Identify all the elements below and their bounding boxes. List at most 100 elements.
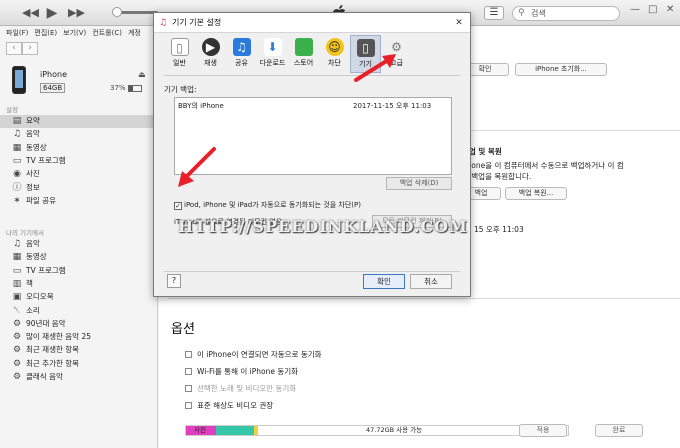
option-3[interactable]: 표준 해상도 비디오 권장 (185, 400, 273, 411)
tab-phone-outline[interactable]: ▯ 일반 (164, 35, 195, 73)
prevent-auto-sync-checkbox[interactable]: ✓ (174, 202, 182, 210)
fast-forward-icon: ▶▶ (68, 6, 85, 19)
option-label: 선택한 노래 및 비디오만 동기화 (197, 384, 297, 393)
camera-icon: ◉ (13, 169, 21, 180)
apply-button[interactable]: 적용 (519, 424, 567, 437)
book-icon: ▥ (12, 278, 22, 289)
list-icon: ☰ (489, 7, 499, 18)
dialog-titlebar: ♫ 기기 기본 설정 ✕ (154, 13, 470, 33)
sidebar-settings-item-2[interactable]: ▦ 동영상 (0, 142, 157, 155)
tab-download[interactable]: ⬇ 다운로드 (257, 35, 288, 73)
on-device-section-label: 나의 기기에서 (6, 229, 44, 237)
forward-button[interactable]: › (22, 42, 38, 55)
play-icon: ▶ (201, 38, 220, 56)
sidebar-settings-item-3[interactable]: ▭ TV 프로그램 (0, 155, 157, 168)
menu-edit[interactable]: 편집(E) (34, 26, 57, 40)
backup-date: 2017-11-15 오후 11:03 (353, 102, 432, 110)
sidebar-settings-item-6[interactable]: ✶ 파일 공유 (0, 195, 157, 208)
back-button[interactable]: ‹ (6, 42, 22, 55)
divider (168, 298, 680, 299)
sidebar-item-label: 90년대 음악 (26, 318, 66, 328)
store-icon (294, 38, 313, 56)
tab-share[interactable]: ♫ 공유 (226, 35, 257, 73)
tab-label: 차단 (328, 59, 341, 67)
rewind-button[interactable]: ◀◀ (22, 6, 39, 20)
tab-play[interactable]: ▶ 재생 (195, 35, 226, 73)
option-checkbox[interactable] (185, 402, 192, 409)
sidebar-item-label: 음악 (26, 239, 40, 248)
ok-button[interactable]: 확인 (363, 274, 405, 289)
fast-forward-button[interactable]: ▶▶ (68, 6, 85, 20)
tab-store[interactable]: 스토어 (288, 35, 319, 73)
eject-icon[interactable]: ⏏ (138, 70, 146, 79)
movie-icon: ▦ (12, 142, 22, 153)
sidebar-device-item-7[interactable]: ⚙ 많이 재생한 음악 25 (0, 331, 157, 344)
option-checkbox[interactable] (185, 368, 192, 375)
option-0[interactable]: 이 iPhone이 연결되면 자동으로 동기화 (185, 349, 322, 360)
play-icon: ▶ (46, 5, 58, 21)
annotation-arrow-to-device-tab (354, 54, 396, 82)
prevent-auto-sync-option[interactable]: ✓ iPod, iPhone 및 iPad가 자동으로 동기화되는 것을 차단(P… (174, 200, 361, 210)
maximize-button[interactable]: □ (648, 4, 657, 15)
sidebar-device-item-9[interactable]: ⚙ 최근 추가한 항목 (0, 358, 157, 371)
sidebar-item-label: TV 프로그램 (26, 265, 66, 275)
list-view-button[interactable]: ☰ (484, 6, 504, 20)
sidebar-item-label: 요약 (26, 116, 40, 125)
sidebar-settings-item-1[interactable]: ♫ 음악 (0, 128, 157, 141)
sidebar-settings-item-4[interactable]: ◉ 사진 (0, 168, 157, 181)
sidebar-item-label: 동영상 (26, 142, 47, 152)
device-backups-label: 기기 백업: (164, 85, 197, 94)
sidebar-item-label: 최근 추가한 항목 (26, 358, 80, 368)
restore-iphone-button[interactable]: iPhone 초기화... (515, 63, 607, 76)
play-button[interactable]: ▶ (44, 6, 60, 20)
gear-icon: ⚙ (12, 358, 22, 369)
search-input[interactable]: ⚲ 검색 (512, 6, 620, 21)
menu-view[interactable]: 보기(V) (63, 26, 86, 40)
sidebar-device-item-3[interactable]: ▥ 책 (0, 278, 157, 291)
cancel-button[interactable]: 취소 (410, 274, 452, 289)
menu-controls[interactable]: 컨트롤(C) (92, 26, 122, 40)
backup-row[interactable]: BBY의 iPhone 2017-11-15 오후 11:03 (175, 101, 451, 111)
tab-restriction[interactable]: ☺ 차단 (319, 35, 350, 73)
option-label: Wi-Fi를 통해 이 iPhone 동기화 (197, 367, 299, 376)
restriction-icon: ☺ (325, 38, 344, 56)
sidebar-device-item-10[interactable]: ⚙ 클래식 음악 (0, 371, 157, 384)
option-1[interactable]: Wi-Fi를 통해 이 iPhone 동기화 (185, 366, 298, 377)
sidebar-item-label: 클래식 음악 (26, 372, 63, 381)
option-label: 이 iPhone이 연결되면 자동으로 동기화 (197, 350, 322, 359)
sidebar-item-label: 많이 재생한 음악 25 (26, 332, 91, 342)
tab-label: 일반 (173, 59, 186, 67)
sidebar-settings-item-0[interactable]: ▤ 요약 (0, 115, 157, 128)
close-window-button[interactable]: ✕ (666, 4, 674, 15)
gear-icon: ⚙ (12, 345, 22, 356)
sidebar-device-item-4[interactable]: ▣ 오디오북 (0, 291, 157, 304)
sidebar-item-label: 음악 (26, 129, 40, 139)
sidebar-device-item-6[interactable]: ⚙ 90년대 음악 (0, 318, 157, 331)
help-button[interactable]: ? (167, 274, 181, 288)
sidebar-device-item-2[interactable]: ▭ TV 프로그램 (0, 265, 157, 278)
dialog-close-button[interactable]: ✕ (452, 16, 466, 30)
storage-other-segment (254, 426, 258, 435)
done-button[interactable]: 완료 (595, 424, 643, 437)
gear-icon: ⚙ (12, 372, 22, 382)
sidebar-device-item-8[interactable]: ⚙ 최근 재생한 항목 (0, 344, 157, 357)
sidebar-device-item-1[interactable]: ▦ 동영상 (0, 251, 157, 264)
sidebar-device-item-5[interactable]: ␇ 소리 (0, 305, 157, 318)
option-checkbox[interactable] (185, 351, 192, 358)
volume-slider[interactable] (118, 11, 158, 14)
prevent-auto-sync-label: iPod, iPhone 및 iPad가 자동으로 동기화되는 것을 차단(P) (184, 201, 361, 209)
share-icon: ♫ (232, 38, 251, 56)
sidebar-item-label: 오디오북 (26, 292, 54, 302)
menu-file[interactable]: 파일(F) (6, 26, 28, 40)
option-label: 표준 해상도 비디오 권장 (197, 401, 274, 410)
sidebar-settings-item-5[interactable]: ⓘ 정보 (0, 182, 157, 195)
restore-backup-button[interactable]: 백업 복원... (505, 187, 567, 200)
sidebar-device-item-0[interactable]: ♫ 음악 (0, 238, 157, 251)
itunes-icon: ♫ (159, 18, 168, 28)
delete-backup-button[interactable]: 백업 삭제(D) (386, 177, 452, 190)
menu-account[interactable]: 계정 (128, 26, 141, 40)
download-icon: ⬇ (263, 38, 282, 56)
sidebar-item-label: 최근 재생한 항목 (26, 345, 80, 355)
minimize-button[interactable]: — (630, 4, 640, 15)
volume-slider-knob[interactable] (112, 7, 122, 17)
